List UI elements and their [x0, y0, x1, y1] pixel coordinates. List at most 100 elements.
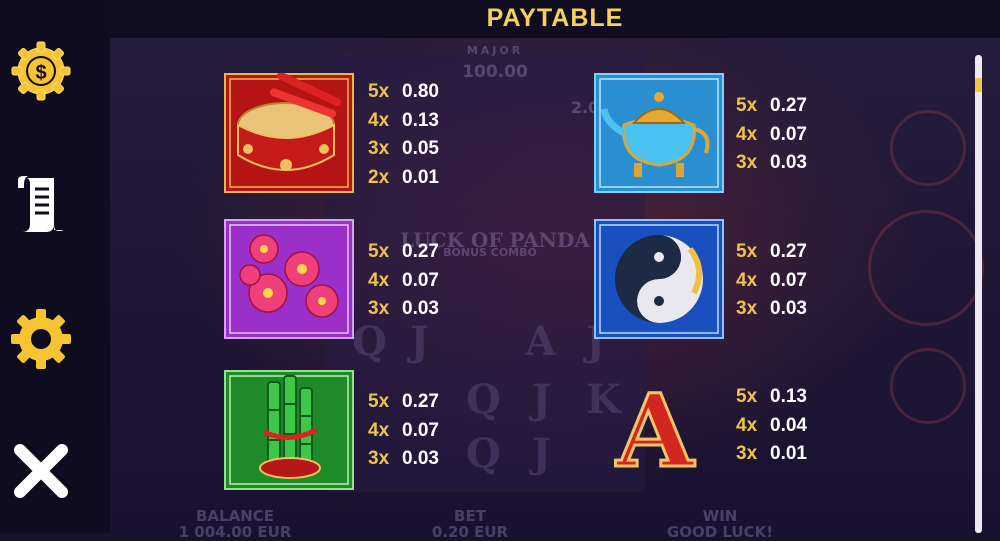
svg-text:$: $: [35, 62, 46, 84]
teapot-symbol: [594, 73, 724, 193]
letter-a-symbol: A: [600, 371, 710, 492]
flowers-pays: 5x 0.27 4x 0.07 3x 0.03: [368, 238, 439, 324]
payout: 0.13: [402, 109, 439, 131]
drum-icon: [224, 71, 354, 193]
coins-icon: $: [11, 41, 71, 101]
rules-button[interactable]: [8, 172, 74, 238]
payout: 0.01: [770, 443, 807, 464]
multiplier: 4x: [736, 269, 758, 291]
multiplier: 3x: [736, 152, 758, 173]
pay-row: 5x 0.27: [736, 238, 807, 267]
reel-q: Q: [352, 318, 387, 365]
pay-row: 3x 0.03: [736, 295, 807, 324]
win-value: GOOD LUCK!: [666, 523, 774, 541]
reel-q: Q: [466, 430, 501, 477]
koi-pays: 5x 0.27 4x 0.07 3x 0.03: [736, 238, 807, 324]
bet-value: 0.20 EUR: [431, 523, 509, 541]
close-icon: [14, 444, 68, 498]
multiplier: 4x: [736, 414, 758, 436]
payout: 0.07: [770, 269, 807, 291]
pay-row: 3x 0.03: [368, 295, 439, 324]
pay-row: 4x 0.07: [736, 267, 807, 296]
letter-a-pays: 5x 0.13 4x 0.04 3x 0.01: [736, 383, 807, 469]
pay-row: 4x 0.04: [736, 412, 807, 441]
multiplier: 2x: [368, 166, 390, 188]
multiplier: 5x: [368, 81, 390, 102]
payout: 0.03: [770, 298, 807, 319]
jackpot-major-value: 100.00: [462, 62, 528, 82]
drum-symbol: [224, 71, 354, 193]
autoplay-button-bg: [890, 110, 966, 186]
letter-a: A: [615, 378, 695, 478]
spin-button-bg: [868, 210, 984, 326]
settings-icon: [11, 309, 71, 369]
multiplier: 5x: [736, 241, 758, 262]
letter-a-icon: A: [614, 371, 697, 492]
payout: 0.13: [770, 386, 807, 407]
flowers-icon: [224, 219, 354, 339]
multiplier: 5x: [736, 95, 758, 116]
pay-row: 5x 0.27: [736, 92, 807, 121]
teapot-pays: 5x 0.27 4x 0.07 3x 0.03: [736, 92, 807, 178]
pay-row: 4x 0.07: [736, 121, 807, 150]
teapot-icon: [594, 73, 724, 193]
close-button[interactable]: [8, 438, 74, 504]
jackpot-major-label: MAJOR: [466, 44, 524, 57]
multiplier: 3x: [736, 443, 758, 464]
settings-button[interactable]: [8, 306, 74, 372]
reel-j: J: [532, 376, 551, 423]
payout: 0.07: [402, 419, 439, 441]
multiplier: 3x: [368, 138, 390, 159]
pay-row: 4x 0.13: [368, 107, 439, 136]
payout: 0.27: [402, 241, 439, 262]
rules-icon: [18, 176, 64, 232]
payout: 0.07: [402, 269, 439, 291]
multiplier: 3x: [736, 298, 758, 319]
pay-row: 4x 0.07: [368, 417, 439, 446]
payout: 0.27: [402, 391, 439, 412]
payout: 0.03: [770, 152, 807, 173]
scrollbar-track[interactable]: [975, 55, 982, 533]
payout: 0.03: [402, 298, 439, 319]
reel-j: J: [410, 318, 429, 365]
payout: 0.80: [402, 81, 439, 102]
multiplier: 4x: [368, 269, 390, 291]
payout: 0.03: [402, 448, 439, 469]
pay-row: 5x 0.27: [368, 388, 439, 417]
turbo-button-bg: [890, 348, 966, 424]
bamboo-pays: 5x 0.27 4x 0.07 3x 0.03: [368, 388, 439, 474]
reel-a: A: [525, 318, 557, 365]
multiplier: 4x: [736, 123, 758, 145]
page-title: PAYTABLE: [486, 4, 624, 32]
koi-yinyang-icon: [594, 219, 724, 339]
reel-q: Q: [466, 376, 501, 423]
multiplier: 5x: [368, 391, 390, 412]
payout: 0.01: [402, 166, 439, 188]
multiplier: 3x: [368, 298, 390, 319]
payout: 0.07: [770, 123, 807, 145]
pay-row: 3x 0.01: [736, 440, 807, 469]
pay-row: 5x 0.80: [368, 78, 439, 107]
coins-button[interactable]: $: [8, 38, 74, 104]
payout: 0.27: [770, 95, 807, 116]
pay-row: 3x 0.05: [368, 135, 439, 164]
multiplier: 5x: [368, 241, 390, 262]
multiplier: 5x: [736, 386, 758, 407]
payout: 0.05: [402, 138, 439, 159]
bamboo-icon: [224, 370, 354, 490]
bamboo-symbol: [224, 370, 354, 490]
scrollbar-thumb[interactable]: [975, 78, 982, 92]
pay-row: 5x 0.13: [736, 383, 807, 412]
balance-value: 1 004.00 EUR: [178, 523, 292, 541]
drum-pays: 5x 0.80 4x 0.13 3x 0.05 2x 0.01: [368, 78, 439, 192]
multiplier: 3x: [368, 448, 390, 469]
pay-row: 4x 0.07: [368, 267, 439, 296]
pay-row: 3x 0.03: [736, 149, 807, 178]
koi-yinyang-symbol: [594, 219, 724, 339]
pay-row: 3x 0.03: [368, 445, 439, 474]
multiplier: 4x: [368, 109, 390, 131]
payout: 0.04: [770, 414, 807, 436]
payout: 0.27: [770, 241, 807, 262]
flowers-symbol: [224, 219, 354, 339]
pay-row: 2x 0.01: [368, 164, 439, 193]
